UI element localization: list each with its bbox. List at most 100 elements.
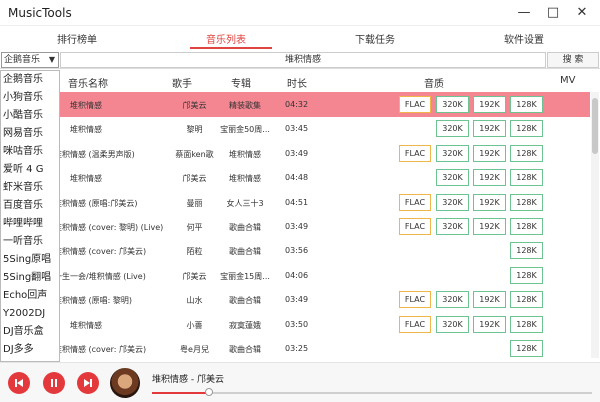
quality-320k-button[interactable]: 320K [436,291,469,309]
song-row[interactable]: 堆积情感 (原唱: 黎明) 山水 歌曲合辑 03:49 FLAC 320K 192K 128K [60,287,590,312]
song-album: 寂寞蓮娥 [229,320,261,330]
source-option[interactable]: 哔哩哔哩 [1,215,59,233]
quality-320k-button[interactable]: 320K [436,315,469,333]
song-row[interactable]: 堆积情感 邝美云 堆积情感 04:48 320K 192K 128K [60,165,590,190]
source-option[interactable]: 虾米音乐 [1,179,59,197]
quality-flac-button[interactable]: FLAC [399,144,431,162]
quality-flac-button[interactable]: FLAC [399,315,431,333]
song-row[interactable]: 堆积情感 小薔 寂寞蓮娥 03:50 FLAC 320K 192K 128K [60,312,590,337]
pause-icon [51,379,57,387]
player-bar: 堆积情感 - 邝美云 [0,362,600,402]
song-album: 歌曲合辑 [229,223,261,232]
maximize-button[interactable]: □ [543,4,563,22]
quality-128k-button[interactable]: 128K [510,96,543,113]
quality-320k-button[interactable]: 320K [436,193,469,211]
quality-320k-button[interactable]: 320K [436,169,469,187]
song-duration: 04:51 [285,197,309,207]
song-row[interactable]: 堆积情感 (温柔男声版) 蔡面ken歌 堆积情感 03:49 FLAC 320K 192K 1… [60,141,590,166]
table-scrollbar[interactable] [591,92,599,358]
song-duration: 03:49 [285,222,309,231]
quality-flac-button[interactable]: FLAC [399,96,431,113]
quality-320k-button[interactable]: 320K [436,144,469,162]
album-cover[interactable] [110,368,140,398]
quality-128k-button[interactable]: 128K [510,266,543,284]
song-album: 宝丽金50周... [220,125,270,135]
quality-flac-button[interactable]: FLAC [399,193,431,211]
song-name: 堆积情感 (原唱: 黎明) [60,296,133,306]
quality-192k-button[interactable]: 192K [473,218,506,235]
song-duration: 03:56 [285,246,309,256]
quality-192k-button[interactable]: 192K [473,193,506,211]
progress-bar[interactable] [152,388,592,396]
source-dropdown-list: 企鹅音乐 小狗音乐 小酷音乐 网易音乐 咪咕音乐 爱听 4 G 虾米音乐 百度音乐 哔哩哔哩 一听… [0,70,60,362]
quality-192k-button[interactable]: 192K [473,291,506,309]
quality-128k-button[interactable]: 128K [510,315,543,333]
source-option[interactable]: 百度音乐 [1,197,59,215]
source-option[interactable]: DJ音乐盒 [1,323,59,341]
column-name: 音乐名称 [68,79,108,90]
column-mv: MV [560,75,576,86]
tab-downloads[interactable]: 下载任务 [355,31,395,46]
source-select[interactable]: 企鹅音乐 ▼ [1,52,59,68]
tab-charts[interactable]: 排行榜单 [57,31,97,46]
scrollbar-thumb[interactable] [592,98,598,154]
quality-128k-button[interactable]: 128K [510,291,543,309]
song-row[interactable]: 堆积情感 邝美云 精装歌集 04:32 FLAC 320K 192K 128K [60,92,590,117]
column-quality: 音质 [424,79,444,90]
previous-button[interactable] [8,372,30,394]
quality-128k-button[interactable]: 128K [510,120,543,138]
song-singer: 邝美云 [182,174,207,184]
song-row[interactable]: 堆积情感 (cover: 邝美云) 粤e月兒 歌曲合辑 03:25 128K [60,336,590,358]
quality-128k-button[interactable]: 128K [510,242,543,260]
source-option[interactable]: 小酷音乐 [1,107,59,125]
source-option[interactable]: 网易音乐 [1,125,59,143]
song-row[interactable]: 堆积情感 (cover: 黎明) (Live) 何平 歌曲合辑 03:49 FLAC 32… [60,214,590,239]
quality-192k-button[interactable]: 192K [473,96,506,113]
minimize-button[interactable]: — [514,4,534,22]
quality-320k-button[interactable]: 320K [436,120,469,138]
progress-knob[interactable] [205,388,214,396]
song-row[interactable]: 堆积情感 (cover: 邝美云) 陌粒 歌曲合辑 03:56 128K [60,238,590,263]
song-duration: 04:48 [285,173,309,183]
song-row[interactable]: 堆积情感 (原唱:邝美云) 曼丽 女人三十3 04:51 FLAC 320K 192K 128… [60,190,590,215]
song-singer: 曼丽 [186,198,203,208]
quality-128k-button[interactable]: 128K [510,193,543,211]
quality-192k-button[interactable]: 192K [473,144,506,162]
source-option[interactable]: DJ多多 [1,341,59,359]
quality-flac-button[interactable]: FLAC [399,218,431,235]
quality-128k-button[interactable]: 128K [510,340,543,357]
active-tab-indicator [190,47,272,49]
source-option[interactable]: 爱听 4 G [1,161,59,179]
tab-music-list[interactable]: 音乐列表 [206,31,246,46]
source-option[interactable]: Y2002DJ [1,305,59,323]
search-button[interactable]: 搜 索 [547,52,599,68]
song-row[interactable]: 堆积情感 黎明 宝丽金50周... 03:45 320K 192K 128K [60,116,590,141]
source-option[interactable]: 咪咕音乐 [1,143,59,161]
quality-192k-button[interactable]: 192K [473,315,506,333]
column-duration: 时长 [287,79,307,90]
song-singer: 小薔 [186,320,203,330]
source-option[interactable]: Echo回声 [1,287,59,305]
quality-320k-button[interactable]: 320K [436,96,469,113]
table-header: 音乐名称 歌手 专辑 时长 音质 MV [60,72,600,92]
search-input[interactable]: 堆积情感 [60,52,546,68]
quality-192k-button[interactable]: 192K [473,169,506,187]
source-option[interactable]: 一听音乐 [1,233,59,251]
source-option[interactable]: 5Sing翻唱 [1,269,59,287]
tab-settings[interactable]: 软件设置 [504,31,544,46]
song-name: 堆积情感 [70,174,102,184]
source-option[interactable]: 小狗音乐 [1,89,59,107]
quality-flac-button[interactable]: FLAC [399,291,431,309]
quality-192k-button[interactable]: 192K [473,120,506,138]
quality-128k-button[interactable]: 128K [510,218,543,235]
close-button[interactable]: ✕ [572,4,592,22]
quality-128k-button[interactable]: 128K [510,169,543,187]
next-button[interactable] [77,372,99,394]
quality-128k-button[interactable]: 128K [510,144,543,162]
song-row[interactable]: 一生一会/堆积情感 (Live) 邝美云 宝丽金15周... 04:06 128K [60,263,590,288]
source-option[interactable]: 企鹅音乐 [1,71,59,89]
pause-button[interactable] [43,372,65,394]
source-option[interactable]: 5Sing原唱 [1,251,59,269]
progress-fill [152,392,210,394]
quality-320k-button[interactable]: 320K [436,218,469,235]
